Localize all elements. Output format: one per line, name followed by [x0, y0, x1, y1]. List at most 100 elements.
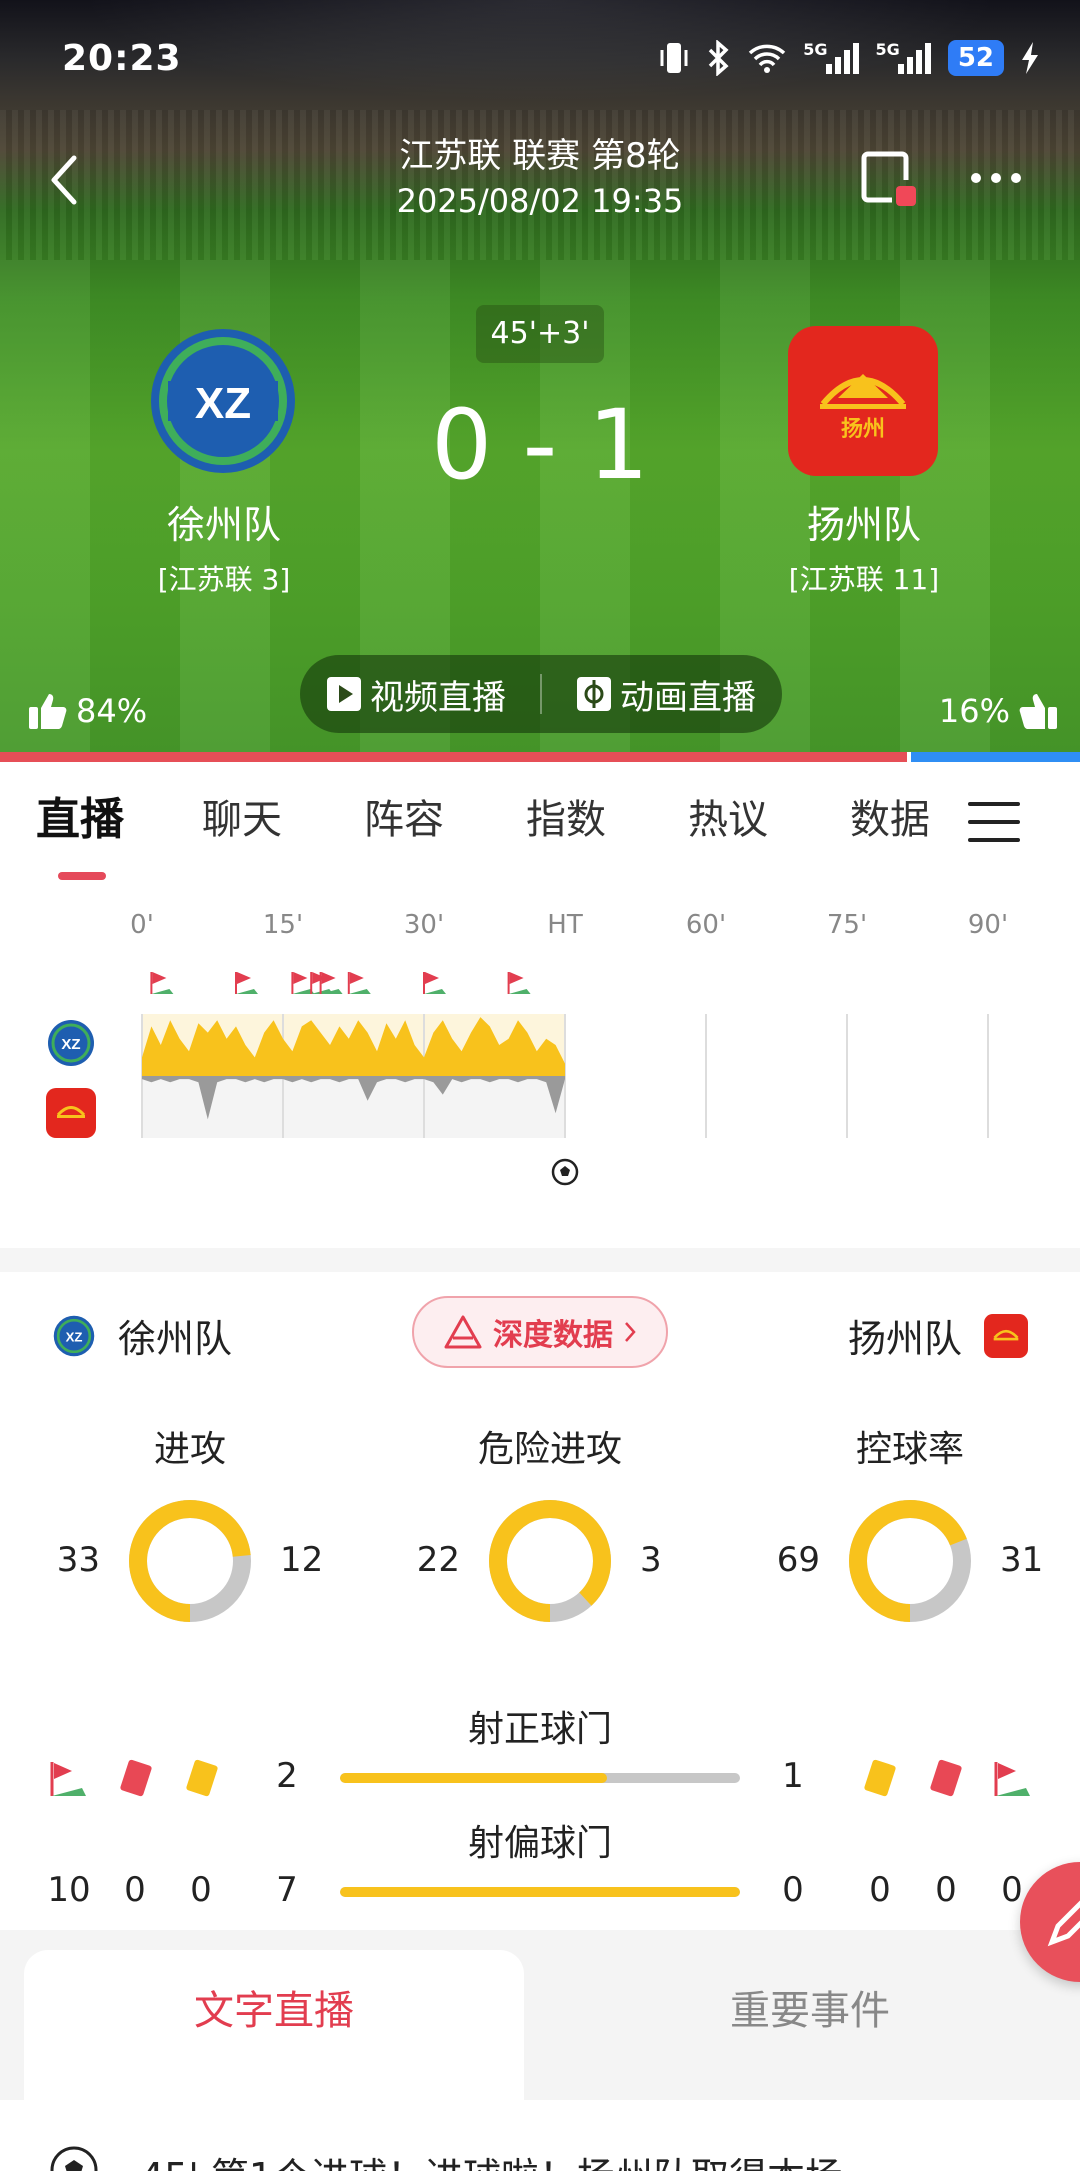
- edit-icon: [1047, 1900, 1080, 1947]
- more-icon[interactable]: [966, 158, 1026, 198]
- stat-title: 进攻: [153, 1429, 226, 1470]
- away-team-name[interactable]: 扬州队: [734, 500, 994, 550]
- corner-flag-icon: [994, 1762, 1030, 1796]
- chevron-right-icon: [625, 1322, 636, 1342]
- away-yellow-cards-count: 0: [869, 1870, 891, 1910]
- deep-data-button[interactable]: 深度数据: [412, 1296, 668, 1368]
- svg-text:XZ: XZ: [66, 1329, 83, 1344]
- svg-text:扬州: 扬州: [841, 417, 885, 442]
- stats-home-team: XZ 徐州队: [52, 1308, 232, 1363]
- active-tab-indicator: [58, 872, 106, 880]
- signal-icon: 5G: [803, 40, 859, 76]
- tab-key-events[interactable]: 重要事件: [580, 1978, 1040, 2036]
- corner-flag-icon: [424, 989, 446, 994]
- match-minute: 45'+3': [476, 305, 604, 363]
- corner-flag-icon: [508, 989, 531, 994]
- match-header-background: 20:23 5G 5G 52 江苏联 联赛 第8轮 2025/08/02 19:…: [0, 0, 1080, 752]
- match-timeline: 0' 15' 30' HT 60' 75' 90' XZ: [0, 910, 1080, 1210]
- vibrate-icon: [659, 40, 689, 76]
- stat-home-value: 2: [276, 1756, 298, 1796]
- corner-flag-icon: [349, 972, 364, 984]
- stat-shots-off-target: 射偏球门 10 0 0 7 0 0 0 0: [0, 1814, 1080, 1924]
- stat-home-value: 69: [776, 1540, 820, 1580]
- signal-icon: 5G: [876, 40, 932, 76]
- tab-odds[interactable]: 指数: [526, 780, 606, 860]
- red-card-icon: [930, 1759, 962, 1797]
- match-page: 20:23 5G 5G 52 江苏联 联赛 第8轮 2025/08/02 19:…: [0, 0, 1080, 2171]
- video-live-button[interactable]: 视频直播: [326, 670, 506, 719]
- menu-icon[interactable]: [966, 798, 1022, 846]
- corner-flag-icon: [152, 972, 167, 984]
- thumbs-up-icon: [1019, 694, 1057, 729]
- yellow-card-icon: [186, 1759, 218, 1797]
- battery-icon: 52: [947, 40, 1004, 76]
- charging-icon: [1020, 40, 1040, 76]
- deep-data-label: 深度数据: [493, 1318, 613, 1353]
- stats-home-name: 徐州队: [118, 1317, 233, 1361]
- stat-attack: 进攻 33 12: [40, 1420, 340, 1640]
- stat-possession: 控球率 69 31: [760, 1420, 1060, 1640]
- away-red-cards-count: 0: [935, 1870, 957, 1910]
- dangerous-attack-donut-chart: [489, 1500, 611, 1622]
- vote-bar: [0, 752, 1080, 762]
- corner-flag-icon: [50, 1762, 86, 1796]
- animation-live-button[interactable]: 动画直播: [576, 670, 756, 719]
- corner-flag-icon: [348, 989, 371, 994]
- stat-away-value: 0: [782, 1870, 804, 1910]
- status-bar: 20:23 5G 5G 52: [0, 0, 1080, 120]
- stat-bar: [340, 1773, 740, 1783]
- vote-bar-home: [0, 752, 908, 762]
- stat-title: 射正球门: [467, 1709, 612, 1750]
- corner-flag-icon: [321, 972, 336, 984]
- away-vote[interactable]: 16%: [939, 692, 1058, 730]
- stat-title: 危险进攻: [477, 1429, 622, 1470]
- home-yellow-cards-count: 0: [190, 1870, 212, 1910]
- home-team-logo[interactable]: XZ: [148, 326, 298, 476]
- red-card-icon: [120, 1759, 152, 1797]
- tab-chat[interactable]: 聊天: [202, 780, 282, 860]
- stat-away-value: 12: [280, 1540, 324, 1580]
- corner-flag-icon: [509, 972, 524, 984]
- stat-title: 控球率: [855, 1429, 964, 1470]
- thumbs-up-icon: [29, 694, 67, 729]
- feed-item-text[interactable]: 45' 第1个进球！进球啦！扬州队取得本场: [140, 2146, 843, 2171]
- tab-data[interactable]: 数据: [850, 780, 930, 860]
- away-team-logo[interactable]: 扬州: [788, 326, 938, 476]
- corner-flag-icon: [293, 972, 308, 984]
- home-team-name[interactable]: 徐州队: [94, 500, 354, 550]
- home-team-mini-logo: XZ: [53, 1315, 95, 1356]
- cast-icon[interactable]: [858, 148, 918, 208]
- match-datetime: 2025/08/02 19:35: [396, 182, 684, 220]
- stat-title: 射偏球门: [467, 1823, 612, 1864]
- tab-discussion[interactable]: 热议: [688, 780, 768, 860]
- away-vote-percent: 16%: [938, 692, 1010, 730]
- video-live-label: 视频直播: [370, 677, 506, 718]
- status-time: 20:23: [62, 38, 182, 79]
- stat-shots-on-target: 射正球门 2 1: [0, 1700, 1080, 1810]
- wifi-icon: [747, 40, 787, 76]
- stat-away-value: 31: [1000, 1540, 1044, 1580]
- away-team-rank: [江苏联 11]: [788, 563, 940, 596]
- stat-bar-home-fill: [340, 1887, 740, 1897]
- home-vote[interactable]: 84%: [28, 692, 147, 730]
- tab-live[interactable]: 直播: [36, 780, 124, 860]
- svg-text:XZ: XZ: [195, 379, 251, 428]
- vote-bar-away: [907, 752, 1080, 762]
- score: 0 - 1: [431, 389, 649, 501]
- stat-home-value: 7: [276, 1870, 298, 1910]
- stat-away-value: 1: [782, 1756, 804, 1796]
- stat-bar-home-fill: [340, 1773, 607, 1783]
- back-icon[interactable]: [44, 152, 84, 208]
- home-vote-percent: 84%: [76, 692, 148, 730]
- tab-text-live-label[interactable]: 文字直播: [24, 1978, 524, 2036]
- timeline-chart: [141, 972, 989, 1186]
- tab-lineup[interactable]: 阵容: [364, 780, 444, 860]
- warning-icon: [444, 1315, 482, 1349]
- possession-donut-chart: [849, 1500, 971, 1622]
- status-icons: 5G 5G 52: [659, 40, 1040, 76]
- corner-flag-icon: [425, 972, 439, 984]
- corner-flag-icon: [237, 972, 251, 984]
- live-buttons: 视频直播 动画直播: [300, 655, 782, 733]
- yellow-card-icon: [864, 1759, 896, 1797]
- stat-home-value: 22: [416, 1540, 460, 1580]
